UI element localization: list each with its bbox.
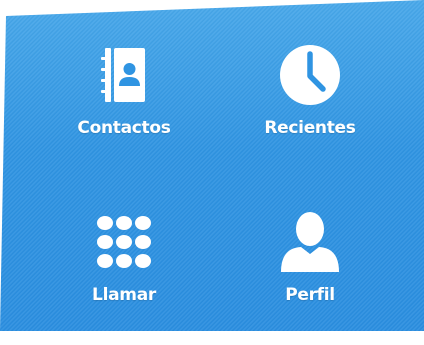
contacts-book-icon xyxy=(89,38,159,112)
menu-item-label: Contactos xyxy=(77,118,171,138)
menu-grid: Contactos Recientes Llamar Perfil xyxy=(0,0,424,331)
menu-item-recientes[interactable]: Recientes xyxy=(210,38,410,178)
dialpad-icon xyxy=(89,205,159,279)
menu-item-llamar[interactable]: Llamar xyxy=(24,205,224,331)
menu-item-contactos[interactable]: Contactos xyxy=(24,38,224,178)
menu-item-label: Recientes xyxy=(264,118,356,138)
clock-icon xyxy=(275,38,345,112)
menu-item-label: Llamar xyxy=(92,285,156,305)
menu-item-label: Perfil xyxy=(285,285,335,305)
person-icon xyxy=(275,205,345,279)
menu-item-perfil[interactable]: Perfil xyxy=(210,205,410,331)
home-screen: Contactos Recientes Llamar Perfil xyxy=(0,0,424,331)
